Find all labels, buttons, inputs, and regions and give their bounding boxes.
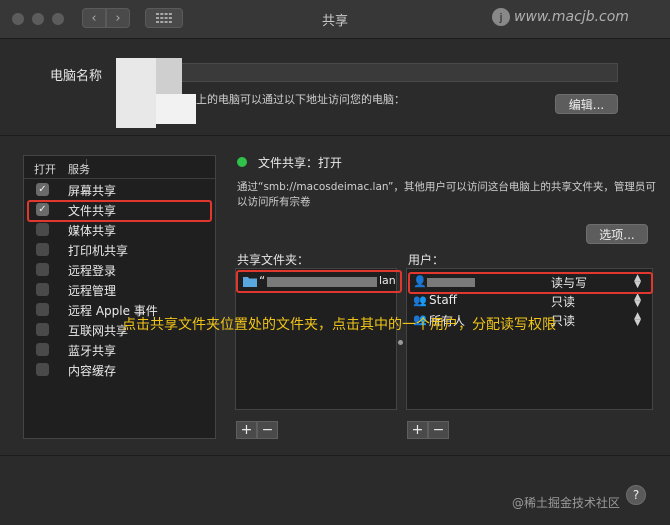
remove-user-button[interactable]: −	[428, 421, 449, 439]
service-checkbox[interactable]	[36, 323, 49, 336]
service-list: 打开 服务 ✓ 屏幕共享 ✓ 文件共享 媒体共享 打印机共享 远程登录 远程管理 远程 Appl…	[23, 155, 216, 439]
tutorial-annotation: 点击共享文件夹位置处的文件夹，点击其中的一个用户，分配读写权限	[122, 317, 556, 333]
service-row[interactable]: 远程登录	[24, 260, 215, 280]
service-label: 打印机共享	[68, 244, 129, 258]
watermark-top: j www.macjb.com	[492, 8, 629, 26]
edit-button[interactable]: 编辑...	[555, 94, 618, 114]
service-checkbox[interactable]: ✓	[36, 183, 49, 196]
service-label: 蓝牙共享	[68, 344, 117, 358]
user-row[interactable]: 👥 Staff 只读 ▲ ▼	[407, 293, 647, 311]
service-checkbox[interactable]	[36, 343, 49, 356]
header-on: 打开	[34, 163, 56, 176]
service-row[interactable]: 内容缓存	[24, 360, 215, 380]
watermark-bottom: @稀土掘金技术社区	[512, 496, 621, 510]
status-text: 文件共享：打开	[258, 156, 343, 170]
service-label: 远程登录	[68, 264, 117, 278]
status-indicator-icon	[237, 157, 247, 167]
shared-folders-label: 共享文件夹：	[237, 253, 310, 267]
service-checkbox[interactable]	[36, 283, 49, 296]
title-bar: ‹ › 共享 j www.macjb.com	[0, 0, 670, 39]
add-folder-button[interactable]: +	[236, 421, 257, 439]
split-handle[interactable]	[398, 340, 403, 345]
service-checkbox[interactable]	[36, 363, 49, 376]
service-checkbox[interactable]	[36, 223, 49, 236]
service-label: 屏幕共享	[68, 184, 117, 198]
service-row[interactable]: 媒体共享	[24, 220, 215, 240]
redaction-block	[156, 58, 182, 94]
bottom-divider	[0, 455, 670, 456]
computer-name-label: 电脑名称	[50, 69, 103, 84]
permission-value: 只读	[551, 295, 576, 309]
permission-select[interactable]: 只读 ▲ ▼	[547, 293, 647, 311]
service-label: 远程管理	[68, 284, 117, 298]
service-list-header: 打开 服务	[24, 156, 215, 179]
section-divider	[0, 135, 670, 136]
highlight-file-sharing	[27, 200, 212, 222]
service-checkbox[interactable]	[36, 243, 49, 256]
service-checkbox[interactable]	[36, 303, 49, 316]
updown-chevron-icon: ▲ ▼	[634, 292, 641, 309]
service-checkbox[interactable]	[36, 263, 49, 276]
redaction-block	[156, 94, 196, 124]
highlight-user-row	[408, 272, 653, 294]
users-label: 用户：	[408, 253, 445, 267]
updown-chevron-icon: ▲ ▼	[634, 311, 641, 328]
user-name: Staff	[429, 293, 457, 307]
remove-folder-button[interactable]: −	[257, 421, 278, 439]
users-add-remove: + −	[407, 421, 449, 439]
service-row[interactable]: 远程管理	[24, 280, 215, 300]
service-label: 媒体共享	[68, 224, 117, 238]
shared-folders-add-remove: + −	[236, 421, 278, 439]
service-row[interactable]: ✓ 屏幕共享	[24, 180, 215, 200]
computer-name-field[interactable]	[118, 63, 618, 82]
service-row[interactable]: 蓝牙共享	[24, 340, 215, 360]
help-button[interactable]: ?	[626, 485, 646, 505]
computer-address-text: 上的电脑可以通过以下地址访问您的电脑：	[196, 93, 405, 106]
highlight-shared-folder	[236, 270, 402, 293]
group-icon: 👥	[413, 294, 427, 307]
add-user-button[interactable]: +	[407, 421, 428, 439]
checkmark-icon: ✓	[38, 183, 47, 195]
permission-select[interactable]: 只读 ▲ ▼	[547, 312, 647, 330]
service-row[interactable]: 打印机共享	[24, 240, 215, 260]
watermark-logo-icon: j	[492, 8, 510, 26]
redaction-block	[116, 58, 156, 128]
watermark-top-text: www.macjb.com	[514, 9, 629, 25]
options-button[interactable]: 选项...	[586, 224, 648, 244]
service-label: 内容缓存	[68, 364, 117, 378]
header-service: 服务	[68, 163, 90, 176]
status-description: 通过“smb://macosdeimac.lan”，其他用户可以访问这台电脑上的…	[237, 181, 656, 208]
service-label: 互联网共享	[68, 324, 129, 338]
